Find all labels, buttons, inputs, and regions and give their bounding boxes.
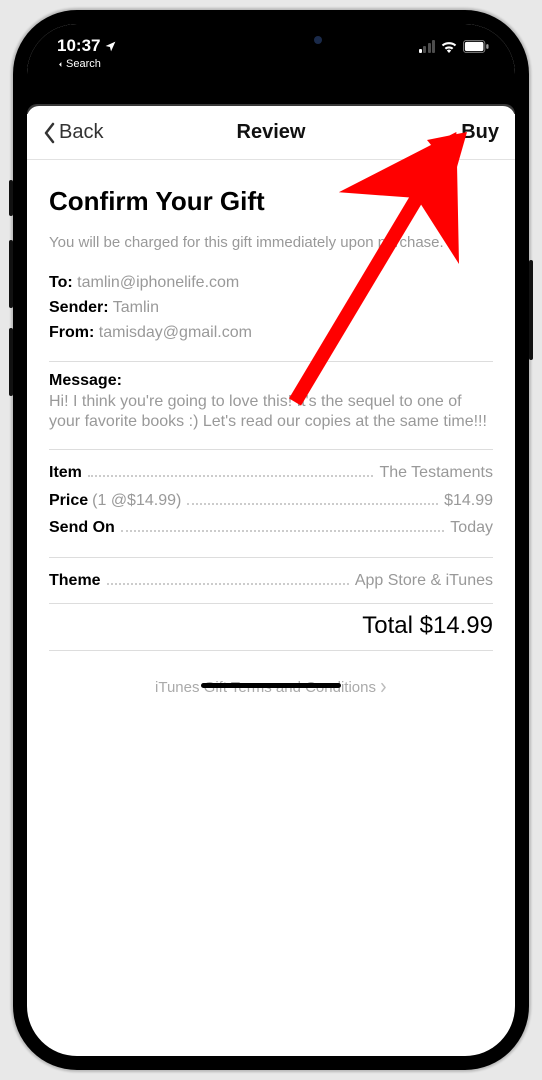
details-table: Item The Testaments Price (1 @$14.99) $1… — [49, 460, 493, 541]
total-label: Total — [362, 612, 413, 639]
price-sublabel: (1 @$14.99) — [92, 488, 181, 514]
to-label: To: — [49, 274, 73, 291]
breadcrumb-back[interactable]: Search — [57, 58, 117, 70]
from-label: From: — [49, 324, 94, 341]
price-label: Price — [49, 488, 88, 514]
back-label: Back — [59, 121, 103, 144]
total-value: $14.99 — [420, 612, 493, 639]
battery-icon — [463, 40, 489, 53]
home-indicator[interactable] — [201, 683, 341, 688]
sendon-row: Send On Today — [49, 515, 493, 541]
phone-notch — [166, 24, 376, 56]
total-row: Total $14.99 — [49, 604, 493, 650]
theme-row: Theme App Store & iTunes — [49, 568, 493, 594]
message-body: Hi! I think you're going to love this! I… — [49, 392, 493, 434]
charge-notice: You will be charged for this gift immedi… — [49, 233, 493, 253]
wifi-icon — [440, 40, 458, 53]
chevron-left-icon — [43, 122, 57, 144]
to-field: To: tamlin@iphonelife.com — [49, 271, 493, 295]
chevron-right-icon — [380, 682, 387, 693]
cellular-signal-icon — [419, 40, 436, 53]
to-value: tamlin@iphonelife.com — [77, 274, 239, 291]
sendon-label: Send On — [49, 515, 115, 541]
price-row: Price (1 @$14.99) $14.99 — [49, 488, 493, 514]
breadcrumb-label: Search — [66, 58, 101, 70]
message-section: Message: Hi! I think you're going to lov… — [49, 372, 493, 434]
message-label: Message: — [49, 372, 122, 389]
sender-value: Tamlin — [113, 299, 159, 316]
item-label: Item — [49, 460, 82, 486]
from-value: tamisday@gmail.com — [99, 324, 252, 341]
item-value: The Testaments — [379, 460, 493, 486]
navigation-bar: Back Review Buy — [27, 106, 515, 160]
caret-left-icon — [57, 60, 64, 69]
divider — [49, 361, 493, 362]
location-arrow-icon — [104, 40, 117, 53]
buy-button[interactable]: Buy — [461, 121, 499, 144]
item-row: Item The Testaments — [49, 460, 493, 486]
price-value: $14.99 — [444, 488, 493, 514]
from-field: From: tamisday@gmail.com — [49, 321, 493, 345]
status-time: 10:37 — [57, 36, 100, 56]
back-button[interactable]: Back — [43, 121, 103, 144]
theme-label: Theme — [49, 568, 101, 594]
divider — [49, 650, 493, 651]
sendon-value: Today — [450, 515, 493, 541]
divider — [49, 557, 493, 558]
sender-label: Sender: — [49, 299, 109, 316]
theme-value: App Store & iTunes — [355, 568, 493, 594]
divider — [49, 449, 493, 450]
sender-field: Sender: Tamlin — [49, 296, 493, 320]
nav-title: Review — [237, 121, 306, 144]
page-title: Confirm Your Gift — [49, 186, 493, 217]
